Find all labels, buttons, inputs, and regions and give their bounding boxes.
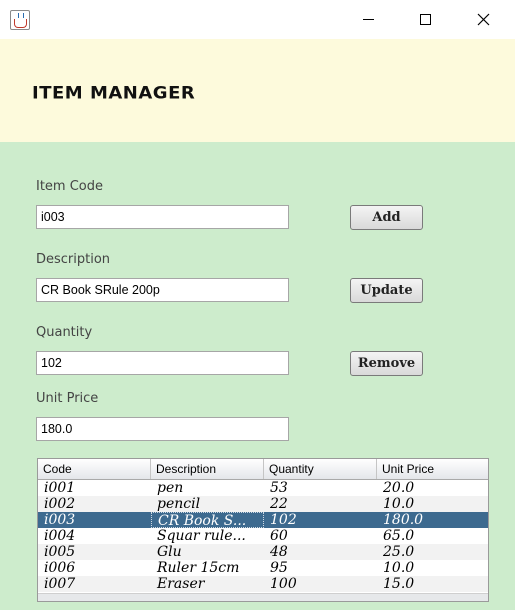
cell-unit-price: 65.0 <box>383 528 415 544</box>
cell-quantity: 53 <box>270 480 288 496</box>
cell-code: i001 <box>44 480 76 496</box>
table-row[interactable]: i007 Eraser 100 15.0 <box>38 576 488 592</box>
cell-quantity: 100 <box>270 576 297 592</box>
items-table[interactable]: Code Description Quantity Unit Price i00… <box>37 458 489 602</box>
table-header: Code Description Quantity Unit Price <box>38 459 488 480</box>
quantity-field[interactable] <box>36 351 289 375</box>
remove-button[interactable]: Remove <box>350 351 423 376</box>
cell-description: Squar rule... <box>157 528 246 544</box>
add-button[interactable]: Add <box>350 205 423 230</box>
cell-unit-price: 25.0 <box>383 544 415 560</box>
table-row[interactable]: i005 Glu 48 25.0 <box>38 544 488 560</box>
table-row-selected[interactable]: i003 CR Book S... 102 180.0 <box>38 512 488 528</box>
cell-code: i002 <box>44 496 76 512</box>
cell-quantity: 102 <box>270 512 297 528</box>
cell-description: Eraser <box>157 576 205 592</box>
description-field[interactable] <box>36 278 289 302</box>
close-icon <box>477 13 489 26</box>
cell-code: i004 <box>44 528 76 544</box>
cell-quantity: 22 <box>270 496 288 512</box>
cell-code: i003 <box>44 512 76 528</box>
title-bar <box>0 0 515 39</box>
description-label: Description <box>36 252 111 267</box>
cell-unit-price: 10.0 <box>383 560 415 576</box>
cell-description: pencil <box>157 496 201 512</box>
minimize-button[interactable] <box>345 0 391 39</box>
cell-quantity: 60 <box>270 528 288 544</box>
table-horizontal-scrollbar[interactable] <box>38 593 488 601</box>
quantity-label: Quantity <box>36 325 93 340</box>
item-code-field[interactable] <box>36 205 289 229</box>
maximize-icon <box>419 14 431 25</box>
column-header-quantity[interactable]: Quantity <box>264 459 377 479</box>
cell-quantity: 48 <box>270 544 288 560</box>
cell-description: CR Book S... <box>151 512 264 528</box>
cell-code: i005 <box>44 544 76 560</box>
cell-code: i007 <box>44 576 76 592</box>
java-cup-icon[interactable] <box>10 10 30 30</box>
cell-description: pen <box>157 480 184 496</box>
table-row[interactable]: i002 pencil 22 10.0 <box>38 496 488 512</box>
item-code-label: Item Code <box>36 179 104 194</box>
cell-quantity: 95 <box>270 560 288 576</box>
table-row[interactable]: i006 Ruler 15cm 95 10.0 <box>38 560 488 576</box>
minimize-icon <box>362 19 374 20</box>
table-row[interactable]: i004 Squar rule... 60 65.0 <box>38 528 488 544</box>
column-header-description[interactable]: Description <box>151 459 264 479</box>
cell-unit-price: 20.0 <box>383 480 415 496</box>
table-row[interactable]: i001 pen 53 20.0 <box>38 480 488 496</box>
unit-price-label: Unit Price <box>36 391 99 406</box>
cell-unit-price: 10.0 <box>383 496 415 512</box>
cell-description: Glu <box>157 544 182 560</box>
cell-unit-price: 180.0 <box>383 512 424 528</box>
maximize-button[interactable] <box>402 0 448 39</box>
column-header-code[interactable]: Code <box>38 459 151 479</box>
cell-unit-price: 15.0 <box>383 576 415 592</box>
update-button[interactable]: Update <box>350 278 423 303</box>
cell-code: i006 <box>44 560 76 576</box>
page-title: ITEM MANAGER <box>32 83 196 104</box>
close-button[interactable] <box>460 0 506 39</box>
column-header-unit-price[interactable]: Unit Price <box>377 459 488 479</box>
unit-price-field[interactable] <box>36 417 289 441</box>
cell-description: Ruler 15cm <box>157 560 240 576</box>
